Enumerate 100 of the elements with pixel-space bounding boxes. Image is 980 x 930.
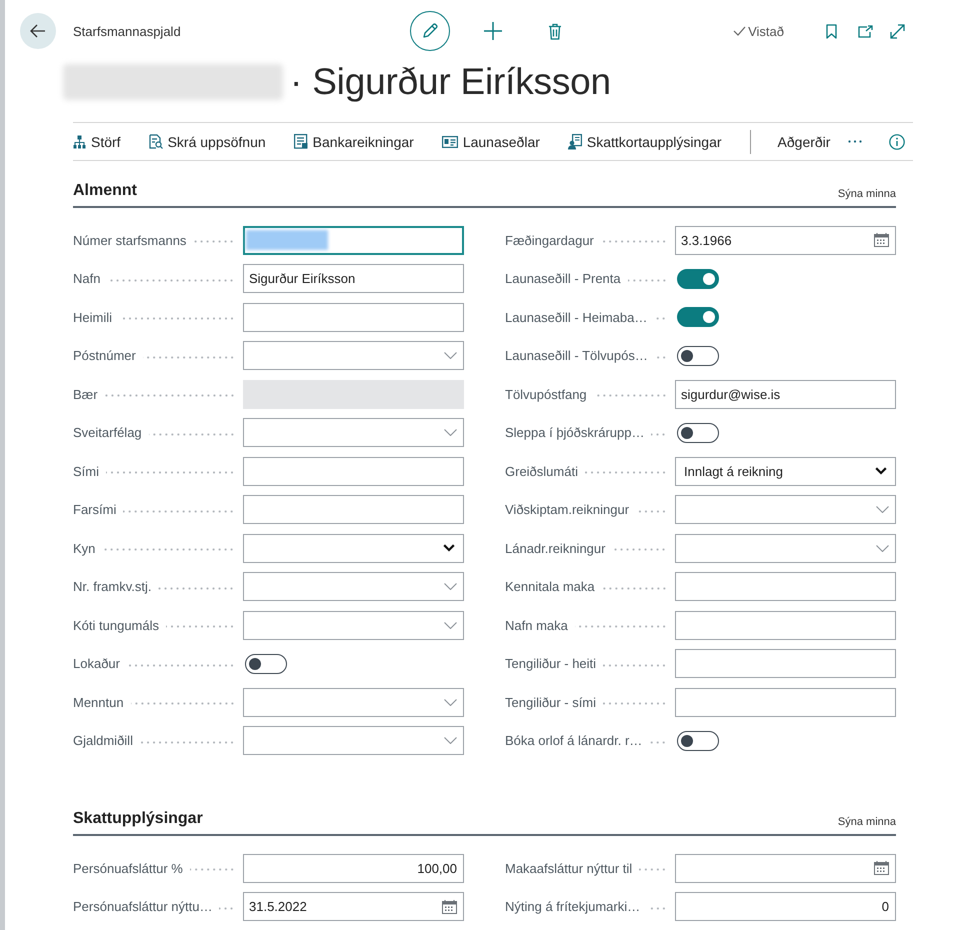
field-label: Póstnúmer bbox=[73, 348, 136, 364]
toolbar-action[interactable]: Bankareikningar bbox=[294, 134, 414, 150]
lookup-field[interactable] bbox=[675, 495, 896, 524]
actions-menu-button[interactable]: Aðgerðir bbox=[778, 134, 830, 150]
document-search-icon bbox=[148, 134, 163, 149]
lookup-field[interactable] bbox=[243, 726, 464, 756]
toolbar-action[interactable]: Skattkortaupplýsingar bbox=[568, 134, 722, 150]
number-field[interactable]: 100,00 bbox=[243, 854, 464, 883]
hierarchy-icon bbox=[73, 134, 86, 148]
checkmark-icon bbox=[733, 26, 746, 36]
add-icon[interactable] bbox=[483, 21, 503, 41]
field-label: Bóka orlof á lánardr. r… bbox=[505, 733, 642, 748]
field-label: Sleppa í þjóðskrárupp… bbox=[505, 425, 644, 440]
text-field[interactable] bbox=[675, 572, 896, 602]
lookup-field[interactable] bbox=[243, 341, 464, 370]
field-label: Tengiliður - heiti bbox=[505, 656, 596, 672]
toggle-switch[interactable] bbox=[677, 307, 719, 328]
text-field[interactable] bbox=[675, 688, 896, 717]
field-label: Farsími bbox=[73, 502, 116, 518]
field-label: Makaafsláttur nýttur til bbox=[505, 860, 632, 876]
toggle-switch[interactable] bbox=[677, 422, 719, 443]
text-field[interactable]: Sigurður Eiríksson bbox=[243, 264, 464, 294]
chevron-down-icon bbox=[444, 352, 457, 360]
info-icon[interactable] bbox=[889, 134, 905, 150]
section-heading: Skattupplýsingar bbox=[73, 809, 203, 829]
more-options-icon[interactable] bbox=[848, 140, 862, 143]
text-field[interactable] bbox=[243, 456, 464, 486]
lookup-field[interactable] bbox=[675, 534, 896, 563]
number-field[interactable]: 0 bbox=[675, 892, 896, 922]
toggle-switch[interactable] bbox=[677, 346, 719, 366]
field-label: Tölvupóstfang bbox=[505, 386, 587, 402]
calendar-icon[interactable] bbox=[442, 900, 457, 914]
lookup-field[interactable] bbox=[243, 572, 464, 602]
lookup-field[interactable] bbox=[243, 610, 464, 640]
chevron-down-icon bbox=[875, 467, 887, 476]
date-field[interactable]: 3.3.1966 bbox=[675, 226, 896, 255]
lookup-field[interactable] bbox=[243, 418, 464, 448]
table-document-icon bbox=[294, 134, 308, 149]
text-field[interactable] bbox=[675, 610, 896, 640]
calendar-icon[interactable] bbox=[874, 233, 889, 248]
text-field[interactable] bbox=[675, 649, 896, 678]
person-document-icon bbox=[568, 134, 582, 150]
edit-button[interactable] bbox=[410, 11, 450, 51]
id-card-icon bbox=[442, 136, 458, 148]
field-label: Sveitarfélag bbox=[73, 425, 142, 440]
text-field[interactable] bbox=[243, 302, 464, 332]
toggle-switch[interactable] bbox=[245, 654, 287, 674]
field-label: Persónuafsláttur nýttu… bbox=[73, 899, 212, 914]
field-label: Nr. framkv.stj. bbox=[73, 579, 152, 594]
field-label: Nafn maka bbox=[505, 618, 568, 633]
field-label: Kennitala maka bbox=[505, 579, 595, 594]
field-label: Nýting á frítekjumarki… bbox=[505, 899, 640, 914]
lookup-field[interactable] bbox=[243, 688, 464, 717]
chevron-down-icon bbox=[444, 583, 457, 590]
toolbar-action[interactable]: Störf bbox=[73, 134, 121, 150]
show-less-link[interactable]: Sýna minna bbox=[838, 815, 896, 829]
field-label: Kyn bbox=[73, 540, 96, 556]
chevron-down-icon bbox=[876, 544, 889, 552]
chevron-down-icon bbox=[444, 737, 457, 744]
pencil-icon bbox=[421, 22, 439, 40]
date-field[interactable] bbox=[675, 854, 896, 883]
chevron-down-icon bbox=[444, 429, 457, 436]
field-label: Nafn bbox=[73, 271, 100, 286]
text-field[interactable] bbox=[243, 495, 464, 524]
record-title: · Sigurður Eiríksson bbox=[290, 61, 611, 103]
text-field[interactable] bbox=[243, 226, 464, 255]
field-label: Heimili bbox=[73, 310, 112, 325]
page-breadcrumb: Starfsmannaspjald bbox=[73, 24, 182, 38]
field-label: Persónuafsláttur % bbox=[73, 860, 183, 876]
chevron-down-icon bbox=[444, 698, 457, 706]
field-label: Launaseðill - Prenta bbox=[505, 271, 621, 286]
bookmark-icon[interactable] bbox=[826, 24, 837, 38]
text-field[interactable]: sigurdur@wise.is bbox=[675, 380, 896, 409]
field-label: Launaseðill - Heimaba… bbox=[505, 310, 648, 325]
back-button[interactable] bbox=[20, 13, 56, 49]
chevron-down-icon bbox=[443, 544, 455, 552]
field-label: Gjaldmiðill bbox=[73, 733, 133, 748]
toggle-switch[interactable] bbox=[677, 730, 719, 751]
field-label: Bær bbox=[73, 386, 98, 402]
expand-icon[interactable] bbox=[890, 24, 905, 38]
chevron-down-icon bbox=[444, 622, 457, 629]
delete-icon[interactable] bbox=[548, 22, 562, 40]
toolbar-action[interactable]: Skrá uppsöfnun bbox=[148, 134, 266, 150]
back-arrow-icon bbox=[30, 24, 46, 38]
show-less-link[interactable]: Sýna minna bbox=[838, 187, 896, 201]
field-label: Launaseðill - Tölvupós… bbox=[505, 348, 648, 364]
open-in-new-window-icon[interactable] bbox=[858, 24, 873, 38]
readonly-field[interactable] bbox=[243, 380, 464, 409]
toolbar-action[interactable]: Launaseðlar bbox=[442, 134, 540, 150]
toggle-switch[interactable] bbox=[677, 268, 719, 289]
dropdown-field[interactable]: Innlagt á reikning bbox=[675, 456, 896, 486]
field-label: Greiðslumáti bbox=[505, 464, 578, 479]
field-label: Tengiliður - sími bbox=[505, 694, 596, 710]
field-label: Kóti tungumáls bbox=[73, 618, 159, 633]
dropdown-field[interactable] bbox=[243, 534, 464, 563]
field-label: Sími bbox=[73, 464, 99, 479]
section-heading: Almennt bbox=[73, 181, 137, 201]
save-status: Vistað bbox=[748, 24, 784, 38]
date-field[interactable]: 31.5.2022 bbox=[243, 892, 464, 922]
calendar-icon[interactable] bbox=[874, 861, 889, 876]
